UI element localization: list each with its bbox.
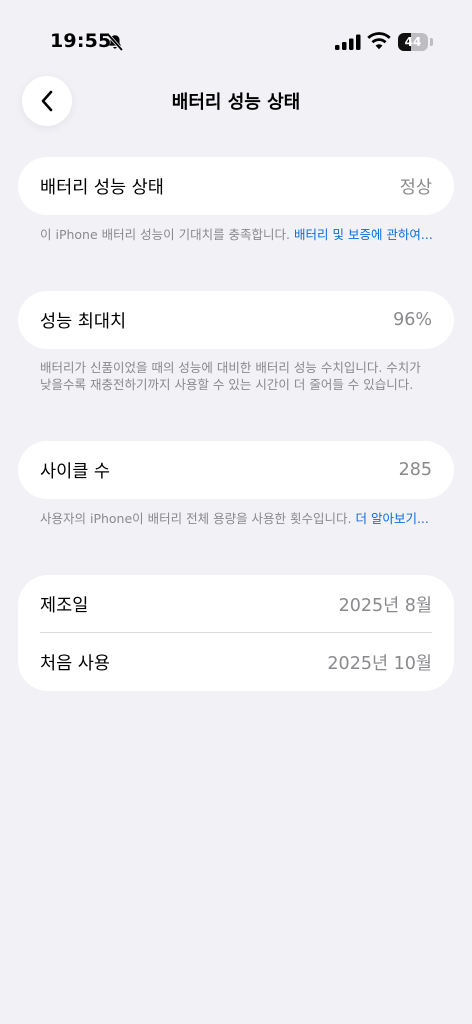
max-capacity-note-text: 배터리가 신품이었을 때의 성능에 대비한 배터리 성능 수치입니다. 수치가 …: [40, 360, 421, 392]
wifi-icon: [367, 32, 391, 50]
status-bar: 19:55 44: [0, 0, 472, 86]
battery-cap: [430, 38, 433, 46]
battery-health-value: 정상: [399, 177, 432, 198]
max-capacity-note: 배터리가 신품이었을 때의 성능에 대비한 배터리 성능 수치입니다. 수치가 …: [40, 359, 436, 393]
cycle-count-card: 사이클 수 285: [18, 441, 454, 499]
cycle-count-note-text: 사용자의 iPhone이 배터리 전체 용량을 사용한 횟수입니다.: [40, 511, 356, 526]
max-capacity-row: 성능 최대치 96%: [18, 291, 454, 349]
cycle-count-row: 사이클 수 285: [18, 441, 454, 499]
battery-warranty-link[interactable]: 배터리 및 보증에 관하여...: [294, 227, 433, 242]
battery-health-row: 배터리 성능 상태 정상: [18, 157, 454, 215]
page-title: 배터리 성능 상태: [171, 92, 301, 113]
max-capacity-value: 96%: [393, 310, 432, 330]
max-capacity-label: 성능 최대치: [40, 311, 127, 332]
battery-health-card: 배터리 성능 상태 정상: [18, 157, 454, 215]
cellular-signal-icon: [335, 34, 361, 50]
cycle-count-value: 285: [398, 460, 432, 480]
first-use-row: 처음 사용 2025년 10월: [18, 633, 454, 691]
max-capacity-card: 성능 최대치 96%: [18, 291, 454, 349]
manufacture-date-label: 제조일: [40, 595, 89, 616]
cycle-count-label: 사이클 수: [40, 461, 110, 482]
first-use-value: 2025년 10월: [327, 653, 432, 674]
manufacture-date-row: 제조일 2025년 8월: [18, 575, 454, 633]
battery-health-screen: 19:55 44 배터리 성능 상태 배터리 성능 상태 정상 이 iPhone…: [0, 0, 472, 1024]
cycle-count-note: 사용자의 iPhone이 배터리 전체 용량을 사용한 횟수입니다. 더 알아보…: [40, 510, 436, 527]
battery-health-note: 이 iPhone 배터리 성능이 기대치를 충족합니다. 배터리 및 보증에 관…: [40, 226, 436, 243]
manufacture-date-value: 2025년 8월: [338, 595, 432, 616]
battery-level: 44: [404, 35, 422, 49]
silent-bell-icon: [107, 33, 123, 51]
status-time: 19:55: [50, 30, 112, 52]
first-use-label: 처음 사용: [40, 653, 110, 674]
battery-icon: 44: [398, 33, 428, 51]
battery-health-note-text: 이 iPhone 배터리 성능이 기대치를 충족합니다.: [40, 227, 295, 242]
dates-card: 제조일 2025년 8월 처음 사용 2025년 10월: [18, 575, 454, 691]
battery-health-label: 배터리 성능 상태: [40, 177, 164, 198]
learn-more-link[interactable]: 더 알아보기...: [355, 511, 428, 526]
